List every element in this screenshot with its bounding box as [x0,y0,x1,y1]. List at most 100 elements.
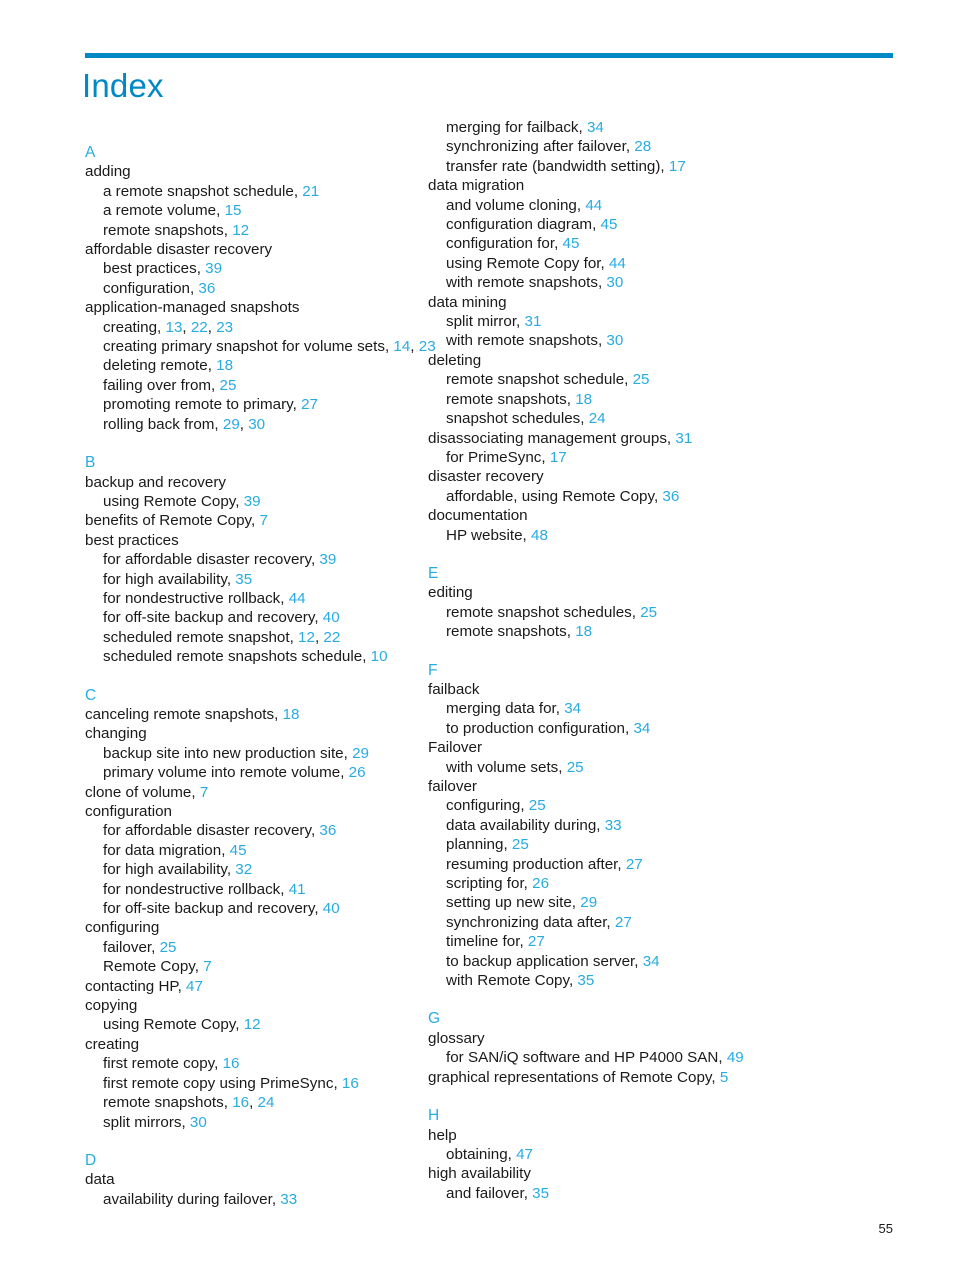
index-page-link[interactable]: 32 [235,861,252,878]
index-page-link[interactable]: 30 [248,416,265,433]
index-page-link[interactable]: 16 [223,1055,240,1072]
index-page-link[interactable]: 27 [626,856,643,873]
index-subentry: primary volume into remote volume, 26 [103,764,366,782]
index-subentry: synchronizing after failover, 28 [446,138,652,156]
index-page-link[interactable]: 18 [575,623,592,640]
index-subentry: creating, 13, 22, 23 [103,318,234,336]
index-page-link[interactable]: 26 [532,875,549,892]
index-subentry: and volume cloning, 44 [446,196,603,214]
index-page-link[interactable]: 48 [531,527,548,544]
index-page-link[interactable]: 25 [220,377,237,394]
index-entry-label: changing [85,725,147,743]
index-page-link[interactable]: 47 [186,978,203,995]
index-page-link[interactable]: 49 [727,1049,744,1066]
index-page-link[interactable]: 12 [244,1016,261,1033]
index-entry-label: documentation [428,507,528,525]
section-letter: A [85,144,96,161]
index-page-link[interactable]: 18 [283,706,300,723]
index-page-link[interactable]: 44 [585,197,602,214]
index-page-link[interactable]: 12 [298,629,315,646]
index-page-link[interactable]: 34 [643,953,660,970]
index-page-link[interactable]: 21 [302,183,319,200]
index-subentry: for PrimeSync, 17 [446,448,567,466]
index-page-link[interactable]: 25 [633,371,650,388]
index-page-link[interactable]: 15 [225,202,242,219]
index-page-link[interactable]: 40 [323,609,340,626]
index-page-link[interactable]: 28 [634,138,651,155]
index-page-link[interactable]: 10 [371,648,388,665]
index-page-link[interactable]: 27 [615,914,632,931]
index-subentry: remote snapshot schedule, 25 [446,371,650,389]
index-page-link[interactable]: 25 [529,797,546,814]
index-section-c: Ccanceling remote snapshots, 18 changing b… [85,686,407,1132]
index-entry-label: contacting HP [85,977,178,995]
index-page-link[interactable]: 25 [160,939,177,956]
index-page-link[interactable]: 39 [319,551,336,568]
index-page-link[interactable]: 30 [190,1114,207,1131]
index-page-link[interactable]: 30 [606,274,623,291]
index-page-link[interactable]: 22 [191,319,208,336]
index-page-link[interactable]: 45 [230,842,247,859]
index-page-link[interactable]: 13 [166,319,183,336]
index-page-link[interactable]: 16 [342,1075,359,1092]
index-page-link[interactable]: 14 [393,338,410,355]
index-page-link[interactable]: 31 [675,430,692,447]
index-page-link[interactable]: 39 [244,493,261,510]
index-page-link[interactable]: 27 [301,396,318,413]
index-page-link[interactable]: 34 [564,700,581,717]
section-letter: D [85,1151,97,1169]
index-entry: deleting [428,351,860,370]
index-page-link[interactable]: 18 [575,391,592,408]
index-page-link[interactable]: 33 [605,817,622,834]
index-subentry: snapshot schedules, 24 [446,410,606,428]
index-page-link[interactable]: 24 [589,410,606,427]
index-entry-label: configuration [103,279,190,297]
index-page-link[interactable]: 26 [349,764,366,781]
index-page-link[interactable]: 36 [319,822,336,839]
index-page-link[interactable]: 44 [289,590,306,607]
index-page-link[interactable]: 27 [528,933,545,950]
index-page-link[interactable]: 7 [200,784,208,801]
index-page-link[interactable]: 25 [640,604,657,621]
index-entry-label: for data migration [103,841,222,859]
index-page-link[interactable]: 36 [662,488,679,505]
section-letter: H [428,1107,440,1125]
index-page-link[interactable]: 31 [525,313,542,330]
index-page-link[interactable]: 5 [720,1069,728,1086]
index-page-link[interactable]: 45 [563,235,580,252]
index-page-link[interactable]: 16 [232,1094,249,1111]
index-page-link[interactable]: 29 [352,745,369,762]
index-entry: help [428,1126,860,1145]
index-page-link[interactable]: 30 [606,332,623,349]
index-page-link[interactable]: 44 [609,255,626,272]
index-page-link[interactable]: 25 [567,759,584,776]
index-entry-label: promoting remote to primary [103,396,293,414]
index-page-link[interactable]: 33 [280,1191,297,1208]
index-page-link[interactable]: 7 [259,512,267,529]
index-page-link[interactable]: 39 [205,260,222,277]
index-page-link[interactable]: 17 [550,449,567,466]
index-page-link[interactable]: 34 [633,720,650,737]
index-page-link[interactable]: 17 [669,158,686,175]
index-page-link[interactable]: 34 [587,119,604,136]
index-page: Index Aadding a remote snapshot schedule,… [0,0,954,1271]
index-page-link[interactable]: 24 [258,1094,275,1111]
index-page-link[interactable]: 35 [235,571,252,588]
index-page-link[interactable]: 25 [512,836,529,853]
index-page-link[interactable]: 47 [516,1146,533,1163]
index-subentry: data availability during, 33 [446,816,622,834]
index-page-link[interactable]: 35 [577,972,594,989]
index-page-link[interactable]: 41 [289,881,306,898]
index-page-link[interactable]: 36 [198,280,215,297]
index-entry-label: for off-site backup and recovery [103,900,315,918]
index-page-link[interactable]: 12 [232,222,249,239]
index-page-link[interactable]: 29 [223,416,240,433]
index-page-link[interactable]: 45 [601,216,618,233]
index-page-link[interactable]: 40 [323,900,340,917]
index-page-link[interactable]: 23 [216,319,233,336]
index-page-link[interactable]: 22 [323,629,340,646]
index-page-link[interactable]: 18 [216,357,233,374]
index-page-link[interactable]: 35 [532,1185,549,1202]
index-page-link[interactable]: 29 [580,894,597,911]
index-page-link[interactable]: 7 [203,958,211,975]
